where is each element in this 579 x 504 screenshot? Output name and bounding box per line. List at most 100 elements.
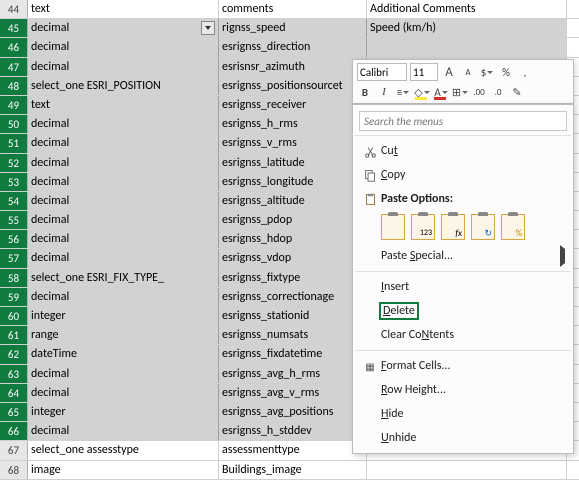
cell-type[interactable]: decimal: [28, 211, 219, 229]
decrease-decimal-icon[interactable]: .0: [490, 84, 506, 100]
cell-type[interactable]: select_one ESRI_POSITION: [28, 77, 219, 95]
row-header[interactable]: 44: [0, 0, 28, 18]
menu-row-height[interactable]: Row Height...: [353, 378, 573, 402]
row-header[interactable]: 48: [0, 77, 28, 95]
row-header[interactable]: 54: [0, 192, 28, 210]
cell-type[interactable]: integer: [28, 403, 219, 421]
row-header[interactable]: 57: [0, 249, 28, 267]
menu-hide[interactable]: Hide: [353, 402, 573, 426]
cell-type[interactable]: select_one assesstype: [28, 441, 219, 459]
menu-format-cells[interactable]: ▦ Format Cells...: [353, 354, 573, 378]
cell-type[interactable]: decimal: [28, 230, 219, 248]
cell-name[interactable]: esrignss_receiver: [219, 96, 367, 114]
cell-label[interactable]: Speed (km/h): [367, 19, 567, 37]
decrease-font-icon[interactable]: A: [460, 64, 476, 80]
row-header[interactable]: 59: [0, 288, 28, 306]
increase-font-icon[interactable]: A: [441, 64, 457, 80]
font-family-input[interactable]: [357, 63, 407, 81]
menu-insert[interactable]: Insert: [353, 275, 573, 299]
row-header[interactable]: 58: [0, 269, 28, 287]
row-header[interactable]: 55: [0, 211, 28, 229]
comma-style-icon[interactable]: ,: [517, 64, 533, 80]
filter-dropdown-icon[interactable]: [201, 21, 215, 35]
cell-name[interactable]: esrignss_pdop: [219, 211, 367, 229]
cell-name[interactable]: esrignss_fixdatetime: [219, 345, 367, 363]
cell-type[interactable]: decimal: [28, 115, 219, 133]
row-header[interactable]: 63: [0, 365, 28, 383]
cell-type[interactable]: dateTime: [28, 345, 219, 363]
cell-name[interactable]: esrignss_longitude: [219, 173, 367, 191]
currency-icon[interactable]: $: [479, 64, 495, 80]
cell-name[interactable]: esrignss_avg_positions: [219, 403, 367, 421]
cell-name[interactable]: esrignss_h_stddev: [219, 422, 367, 440]
cell-type[interactable]: decimal: [28, 134, 219, 152]
italic-icon[interactable]: I: [376, 84, 392, 100]
cell-type[interactable]: decimal: [28, 422, 219, 440]
row-header[interactable]: 66: [0, 422, 28, 440]
menu-search-input[interactable]: [359, 111, 567, 131]
increase-decimal-icon[interactable]: .00: [471, 84, 487, 100]
cell-label[interactable]: [367, 38, 567, 56]
cell-type[interactable]: decimal: [28, 192, 219, 210]
cell-name[interactable]: Buildings_image: [219, 461, 367, 479]
menu-clear-contents[interactable]: Clear CoNtents: [353, 323, 573, 347]
cell-type[interactable]: decimal: [28, 38, 219, 56]
cell-type[interactable]: select_one ESRI_FIX_TYPE_: [28, 269, 219, 287]
paste-option-all-icon[interactable]: [381, 214, 405, 240]
cell-name[interactable]: esrignss_vdop: [219, 249, 367, 267]
format-painter-icon[interactable]: ✎: [509, 84, 525, 100]
row-header[interactable]: 45: [0, 19, 28, 37]
cell-type[interactable]: decimal: [28, 19, 219, 37]
cell-name[interactable]: esrignss_altitude: [219, 192, 367, 210]
paste-option-formatting-icon[interactable]: %: [501, 214, 525, 240]
row-header[interactable]: 61: [0, 326, 28, 344]
cell-name[interactable]: esrignss_positionsourcet: [219, 77, 367, 95]
cell-type[interactable]: text: [28, 0, 219, 18]
table-row[interactable]: 46decimalesrignss_direction: [0, 38, 579, 57]
bold-icon[interactable]: B: [357, 84, 373, 100]
cell-name[interactable]: esrignss_fixtype: [219, 269, 367, 287]
row-header[interactable]: 64: [0, 384, 28, 402]
font-color-icon[interactable]: A: [433, 84, 449, 100]
cell-name[interactable]: esrignss_direction: [219, 38, 367, 56]
cell-name[interactable]: esrisnsr_azimuth: [219, 58, 367, 76]
cell-label[interactable]: [367, 461, 567, 479]
paste-option-formulas-icon[interactable]: fx: [441, 214, 465, 240]
cell-type[interactable]: image: [28, 461, 219, 479]
row-header[interactable]: 51: [0, 134, 28, 152]
cell-type[interactable]: range: [28, 326, 219, 344]
row-header[interactable]: 50: [0, 115, 28, 133]
row-header[interactable]: 53: [0, 173, 28, 191]
menu-cut[interactable]: Cut: [353, 139, 573, 163]
cell-label[interactable]: Additional Comments: [367, 0, 567, 18]
cell-type[interactable]: decimal: [28, 384, 219, 402]
cell-type[interactable]: decimal: [28, 249, 219, 267]
cell-name[interactable]: esrignss_avg_v_rms: [219, 384, 367, 402]
menu-delete[interactable]: Delete: [353, 299, 573, 323]
cell-name[interactable]: esrignss_hdop: [219, 230, 367, 248]
row-header[interactable]: 65: [0, 403, 28, 421]
cell-name[interactable]: esrignss_v_rms: [219, 134, 367, 152]
align-icon[interactable]: ≡: [395, 84, 411, 100]
row-header[interactable]: 49: [0, 96, 28, 114]
cell-name[interactable]: esrignss_numsats: [219, 326, 367, 344]
cell-name[interactable]: rignss_speed: [219, 19, 367, 37]
cell-type[interactable]: integer: [28, 307, 219, 325]
paste-option-transpose-icon[interactable]: ↻: [471, 214, 495, 240]
cell-name[interactable]: esrignss_avg_h_rms: [219, 365, 367, 383]
cell-name[interactable]: esrignss_latitude: [219, 154, 367, 172]
row-header[interactable]: 52: [0, 154, 28, 172]
cell-name[interactable]: esrignss_stationid: [219, 307, 367, 325]
cell-name[interactable]: esrignss_h_rms: [219, 115, 367, 133]
cell-name[interactable]: assessmenttype: [219, 441, 367, 459]
table-row[interactable]: 68imageBuildings_image: [0, 461, 579, 480]
font-size-input[interactable]: [410, 63, 438, 81]
cell-type[interactable]: decimal: [28, 154, 219, 172]
table-row[interactable]: 45decimalrignss_speedSpeed (km/h): [0, 19, 579, 38]
row-header[interactable]: 62: [0, 345, 28, 363]
row-header[interactable]: 68: [0, 461, 28, 479]
borders-icon[interactable]: ⊞: [452, 84, 468, 100]
cell-name[interactable]: esrignss_correctionage: [219, 288, 367, 306]
cell-type[interactable]: decimal: [28, 58, 219, 76]
menu-unhide[interactable]: Unhide: [353, 426, 573, 450]
